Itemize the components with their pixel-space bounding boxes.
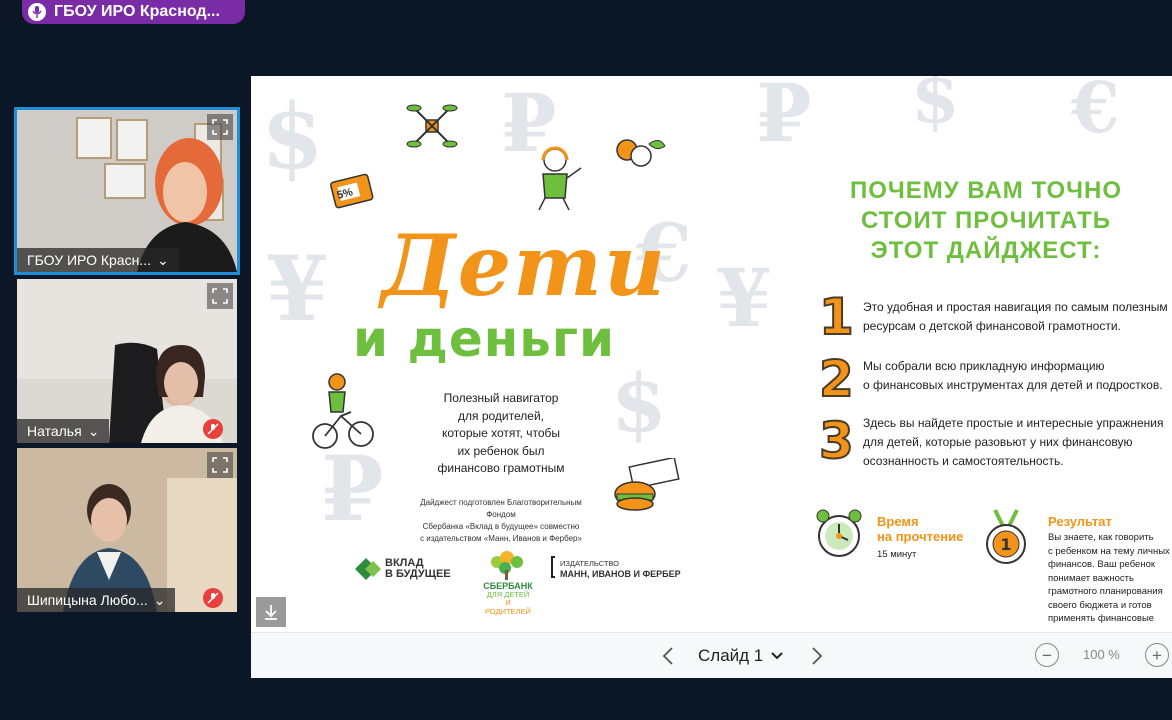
chevron-down-icon: ⌄: [153, 591, 166, 608]
point-text: Здесь вы найдете простые и интересные уп…: [863, 416, 1164, 468]
next-slide-button[interactable]: [804, 643, 830, 669]
kid-bicycle-illustration: [312, 373, 374, 449]
point-number: 2: [818, 349, 855, 409]
zoom-out-button[interactable]: −: [1035, 643, 1059, 667]
drone-illustration: [406, 104, 458, 148]
download-button[interactable]: [256, 597, 286, 627]
expand-icon: [212, 119, 228, 135]
presentation-toolbar: Слайд 1 − 100 % +: [251, 632, 1172, 678]
active-speaker-name: ГБОУ ИРО Краснод...: [54, 3, 220, 20]
slide-selector[interactable]: Слайд 1: [698, 643, 783, 669]
sberbank-logo-text: СБЕРБАНК ДЛЯ ДЕТЕЙ И РОДИТЕЛЕЙ: [483, 581, 533, 616]
point-text: Мы собрали всю прикладную информацию о ф…: [863, 359, 1163, 392]
result-text: Вы знаете, как говорить с ребенком на те…: [1048, 532, 1170, 624]
mif-logo-bracket: [551, 556, 555, 578]
chevron-down-icon: ⌄: [87, 422, 100, 439]
dollar-deco-icon: $: [911, 76, 960, 139]
participant-tile[interactable]: Шипицына Любо... ⌄: [17, 448, 237, 612]
sberbank-tree-logo-icon: [491, 551, 523, 580]
fruits-illustration: [616, 139, 666, 167]
participant-name-label[interactable]: ГБОУ ИРО Красн... ⌄: [17, 248, 179, 272]
yen-deco-icon: ¥: [266, 236, 329, 342]
point-number: 1: [818, 287, 855, 347]
dollar-deco-icon: $: [611, 356, 667, 450]
point-text: Это удобная и простая навигация по самым…: [863, 300, 1168, 333]
slide-right-heading: ПОЧЕМУ ВАМ ТОЧНО СТОИТ ПРОЧИТАТЬ ЭТОТ ДА…: [849, 177, 1123, 264]
expand-tile-button[interactable]: [207, 452, 233, 478]
zoom-level: 100 %: [1083, 647, 1120, 662]
slide-subtitle: Полезный навигатор для родителей, которы…: [437, 391, 565, 475]
svg-text:1: 1: [1000, 535, 1011, 554]
slide-credit: Дайджест подготовлен Благотворительным Ф…: [420, 498, 582, 543]
download-icon: [265, 605, 277, 620]
expand-icon: [212, 457, 228, 473]
vklad-logo-icon: [355, 558, 381, 580]
participant-name-label[interactable]: Шипицына Любо... ⌄: [17, 588, 176, 612]
mic-muted-icon: [203, 419, 223, 439]
ruble-deco-icon: ₽: [756, 76, 812, 160]
dollar-deco-icon: $: [261, 84, 324, 190]
reading-time-title: Время на прочтение: [877, 514, 964, 544]
burger-ticket-illustration: [614, 458, 680, 511]
slide-number-label: Слайд 1: [698, 646, 764, 665]
mif-logo-text: ИЗДАТЕЛЬСТВО МАНН, ИВАНОВ И ФЕРБЕР: [560, 559, 681, 579]
result-title: Результат: [1048, 514, 1112, 529]
yen-deco-icon: ¥: [716, 251, 772, 345]
expand-tile-button[interactable]: [207, 114, 233, 140]
expand-tile-button[interactable]: [207, 283, 233, 309]
microphone-icon: [28, 3, 46, 21]
point-number: 3: [818, 411, 855, 471]
slide-content: $ ₽ ₽ $ ¥ € ¥ $ ₽ € 5% Дети и деньги Пол…: [251, 76, 1172, 632]
chevron-down-icon: [771, 652, 783, 660]
kid-headphones-illustration: [538, 146, 582, 211]
participant-tile[interactable]: ГБОУ ИРО Красн... ⌄: [14, 107, 240, 275]
medal-icon: 1: [986, 509, 1026, 564]
chevron-left-icon: [662, 647, 673, 665]
reading-time-value: 15 минут: [877, 549, 917, 560]
euro-deco-icon: €: [1071, 76, 1120, 149]
vklad-logo-text: ВКЛАД В БУДУЩЕЕ: [385, 557, 451, 580]
zoom-in-button[interactable]: +: [1145, 643, 1169, 667]
active-speaker-pill: ГБОУ ИРО Краснод...: [22, 0, 245, 24]
expand-icon: [212, 288, 228, 304]
slide-title-line1: Дети: [381, 216, 668, 315]
previous-slide-button[interactable]: [655, 643, 681, 669]
participant-tile[interactable]: Наталья ⌄: [17, 279, 237, 443]
participant-name-label[interactable]: Наталья ⌄: [17, 419, 110, 443]
alarm-clock-icon: [816, 509, 862, 557]
slide-title-line2: и деньги: [353, 310, 616, 368]
mic-muted-icon: [203, 588, 223, 608]
chevron-down-icon: ⌄: [156, 251, 169, 268]
presentation-viewer: $ ₽ ₽ $ ¥ € ¥ $ ₽ € 5% Дети и деньги Пол…: [251, 76, 1172, 678]
chevron-right-icon: [812, 647, 823, 665]
